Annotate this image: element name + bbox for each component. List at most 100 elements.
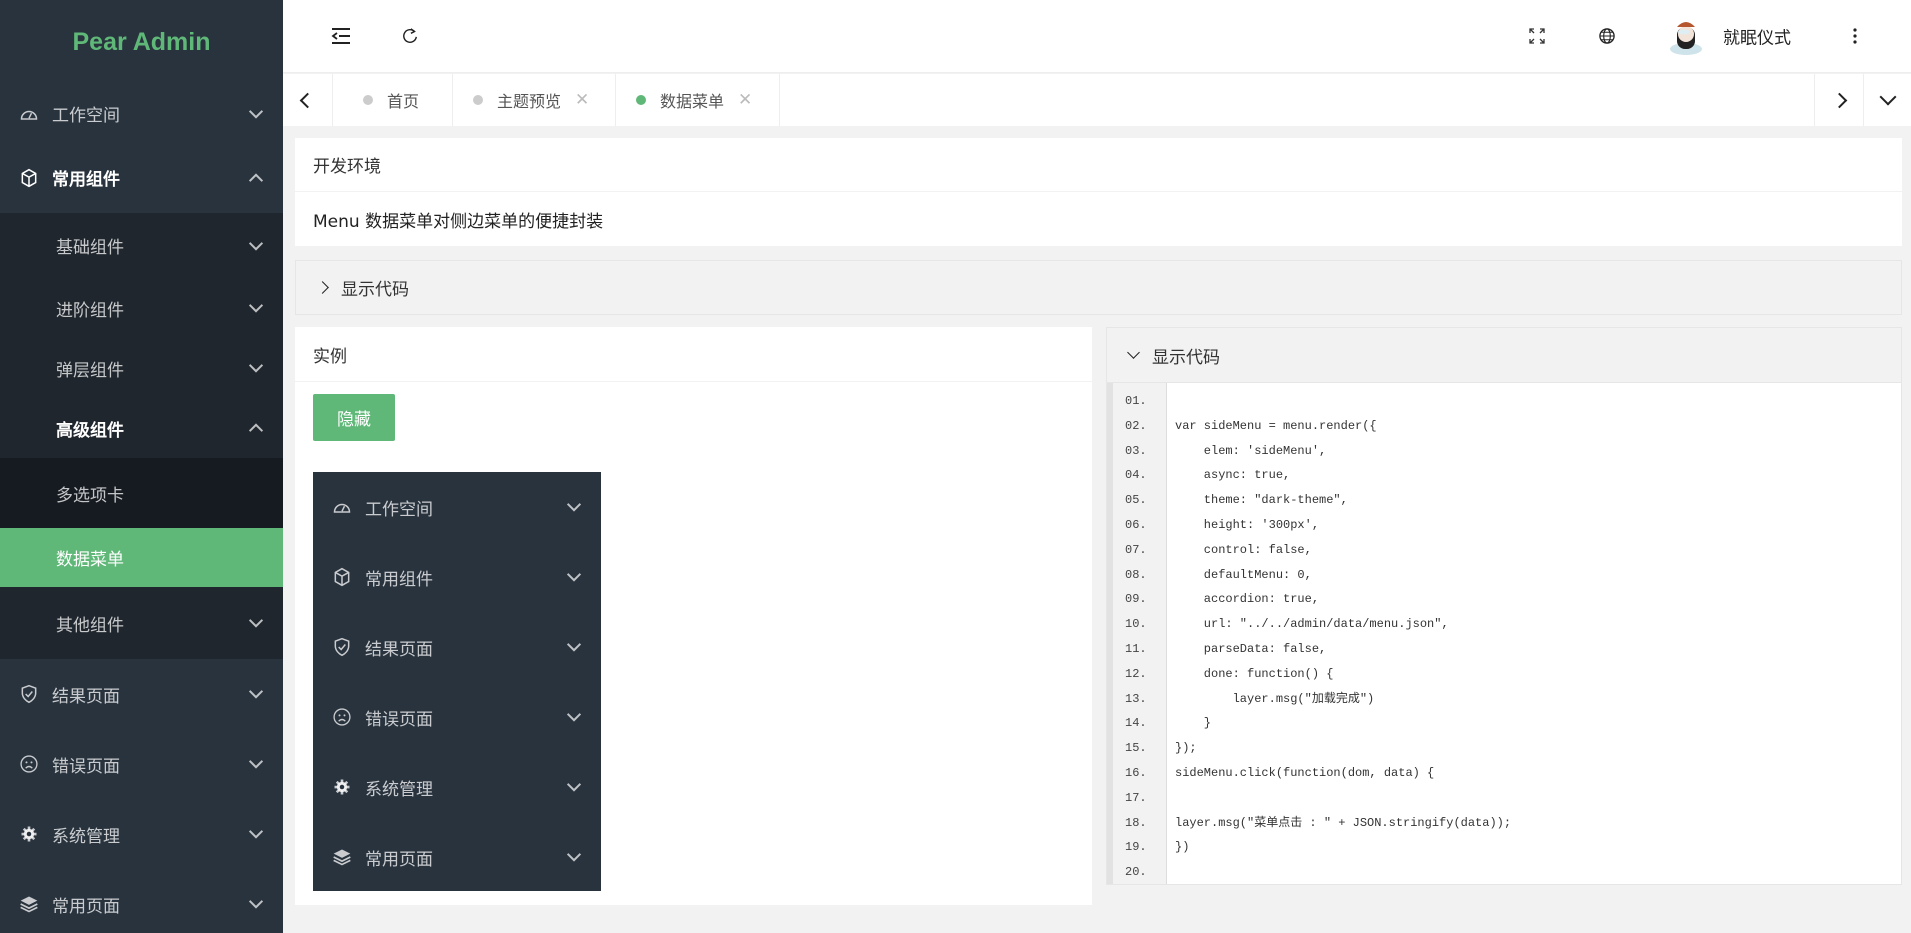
sidebar-item-error-pages[interactable]: 错误页面 — [0, 729, 283, 799]
code-line: done: function() { — [1175, 666, 1334, 681]
layers-icon — [18, 893, 40, 915]
sidebar-item-common-pages[interactable]: 常用页面 — [0, 869, 283, 933]
intro-title: 开发环境 — [295, 138, 1902, 192]
sidebar-item-workspace[interactable]: 工作空间 — [0, 85, 283, 142]
sidebar-item-label: 其他组件 — [56, 615, 124, 636]
sidebar-item-data-menu[interactable]: 数据菜单 — [0, 528, 283, 587]
chevron-down-icon — [566, 637, 582, 652]
line-number: 07. — [1125, 542, 1147, 557]
line-number: 11. — [1125, 641, 1147, 656]
close-icon[interactable]: ✕ — [575, 90, 589, 110]
demo-menu-item[interactable]: 系统管理 — [313, 752, 601, 822]
chevron-down-icon — [1879, 88, 1897, 106]
chevron-down-icon — [248, 613, 264, 628]
avatar[interactable] — [1669, 17, 1703, 55]
line-number: 13. — [1125, 691, 1147, 706]
sidebar-item-system-management[interactable]: 系统管理 — [0, 799, 283, 869]
cube-icon — [18, 167, 40, 189]
code-panel: 显示代码 01. 02. 03. 04. 05. 06. 07. 08. 09. 10. 11. 12… — [1106, 327, 1902, 885]
layers-icon — [331, 846, 353, 868]
sad-face-icon — [331, 706, 353, 728]
code-line: layer.msg("菜单点击 : " + JSON.stringify(dat… — [1175, 815, 1512, 830]
chevron-down-icon — [566, 497, 582, 512]
tab-label: 主题预览 — [497, 92, 562, 111]
hide-button[interactable]: 隐藏 — [313, 394, 395, 441]
code-line: var sideMenu = menu.render({ — [1175, 418, 1377, 433]
chevron-down-icon — [248, 358, 264, 373]
sidebar-item-label: 常用页面 — [52, 896, 120, 917]
chevron-right-icon — [316, 281, 329, 294]
example-title: 实例 — [295, 327, 1092, 382]
sidebar-item-label: 常用组件 — [52, 170, 120, 190]
code-line: } — [1175, 716, 1212, 731]
sidebar-item-common-components[interactable]: 常用组件 — [0, 142, 283, 213]
sidebar: Pear Admin 工作空间 常用组件 基础组件 进阶组件 弹层组件 高级组件… — [0, 0, 283, 933]
sidebar-item-basic-components[interactable]: 基础组件 — [0, 213, 283, 278]
demo-menu-label: 系统管理 — [365, 779, 433, 800]
sidebar-item-label: 高级组件 — [56, 420, 124, 441]
demo-menu-label: 常用组件 — [365, 569, 433, 590]
line-number: 03. — [1125, 443, 1147, 458]
chevron-down-icon — [248, 894, 264, 909]
tabs-scroll-left-button[interactable] — [283, 74, 333, 126]
sidebar-item-label: 数据菜单 — [56, 550, 124, 570]
refresh-icon[interactable] — [401, 27, 419, 45]
code-line: parseData: false, — [1175, 641, 1327, 656]
show-code-collapse[interactable]: 显示代码 — [295, 260, 1902, 315]
tab-label: 数据菜单 — [660, 92, 725, 111]
top-header: 就眠仪式 — [283, 0, 1911, 73]
gear-icon — [331, 776, 353, 798]
line-number: 04. — [1125, 468, 1147, 483]
code-line: url: "../../admin/data/menu.json", — [1175, 617, 1449, 632]
collapse-menu-icon[interactable] — [331, 27, 351, 45]
sidebar-item-advanced-components[interactable]: 进阶组件 — [0, 278, 283, 338]
sidebar-item-label: 工作空间 — [52, 106, 120, 126]
sidebar-item-layer-components[interactable]: 弹层组件 — [0, 338, 283, 398]
line-number: 10. — [1125, 617, 1147, 632]
demo-menu-item[interactable]: 工作空间 — [313, 472, 601, 542]
sidebar-item-high-components[interactable]: 高级组件 — [0, 398, 283, 458]
sidebar-item-result-pages[interactable]: 结果页面 — [0, 659, 283, 729]
line-number: 15. — [1125, 741, 1147, 756]
tab-theme-preview[interactable]: 主题预览 ✕ — [453, 74, 616, 126]
code-block: 01. 02. 03. 04. 05. 06. 07. 08. 09. 10. 11. 12. 13. 1… — [1107, 383, 1901, 884]
sidebar-item-other-components[interactable]: 其他组件 — [0, 587, 283, 659]
user-name[interactable]: 就眠仪式 — [1723, 24, 1791, 49]
tabs-scroll-right-button[interactable] — [1814, 74, 1863, 126]
chevron-up-icon — [248, 172, 264, 188]
example-card: 实例 隐藏 工作空间 常用组件 结果页面 错误页面 系统管理 常用页面 — [295, 327, 1092, 905]
tab-home[interactable]: 首页 — [333, 74, 453, 126]
sidebar-item-multi-tabs[interactable]: 多选项卡 — [0, 458, 283, 528]
line-number: 08. — [1125, 567, 1147, 582]
tab-status-dot — [363, 95, 373, 105]
demo-menu-item[interactable]: 常用组件 — [313, 542, 601, 612]
code-line: }) — [1175, 840, 1190, 855]
line-number: 17. — [1125, 790, 1147, 805]
close-icon[interactable]: ✕ — [738, 90, 752, 110]
tabs-options-button[interactable] — [1863, 74, 1911, 126]
demo-menu-item[interactable]: 错误页面 — [313, 682, 601, 752]
line-numbers: 01. 02. 03. 04. 05. 06. 07. 08. 09. 10. 11. 12. 13. 1… — [1113, 383, 1167, 884]
tab-status-dot — [636, 95, 646, 105]
code-panel-header[interactable]: 显示代码 — [1107, 328, 1901, 383]
gear-icon — [18, 823, 40, 845]
line-number: 01. — [1125, 394, 1147, 408]
code-line: height: '300px', — [1175, 517, 1320, 532]
tab-data-menu[interactable]: 数据菜单 ✕ — [616, 74, 780, 126]
fullscreen-icon[interactable] — [1529, 28, 1545, 44]
tab-bar: 首页 主题预览 ✕ 数据菜单 ✕ — [283, 74, 1911, 126]
globe-icon[interactable] — [1599, 28, 1616, 45]
sidebar-item-label: 结果页面 — [52, 686, 120, 707]
chevron-down-icon — [248, 103, 264, 119]
code-line: sideMenu.click(function(dom, data) { — [1175, 765, 1435, 780]
demo-menu-item[interactable]: 结果页面 — [313, 612, 601, 682]
line-number: 19. — [1125, 840, 1147, 855]
demo-menu-item[interactable]: 常用页面 — [313, 822, 601, 892]
more-vertical-icon[interactable] — [1853, 28, 1857, 44]
code-line: async: true, — [1175, 468, 1291, 483]
shield-check-icon — [18, 683, 40, 705]
demo-side-menu: 工作空间 常用组件 结果页面 错误页面 系统管理 常用页面 — [313, 472, 601, 891]
